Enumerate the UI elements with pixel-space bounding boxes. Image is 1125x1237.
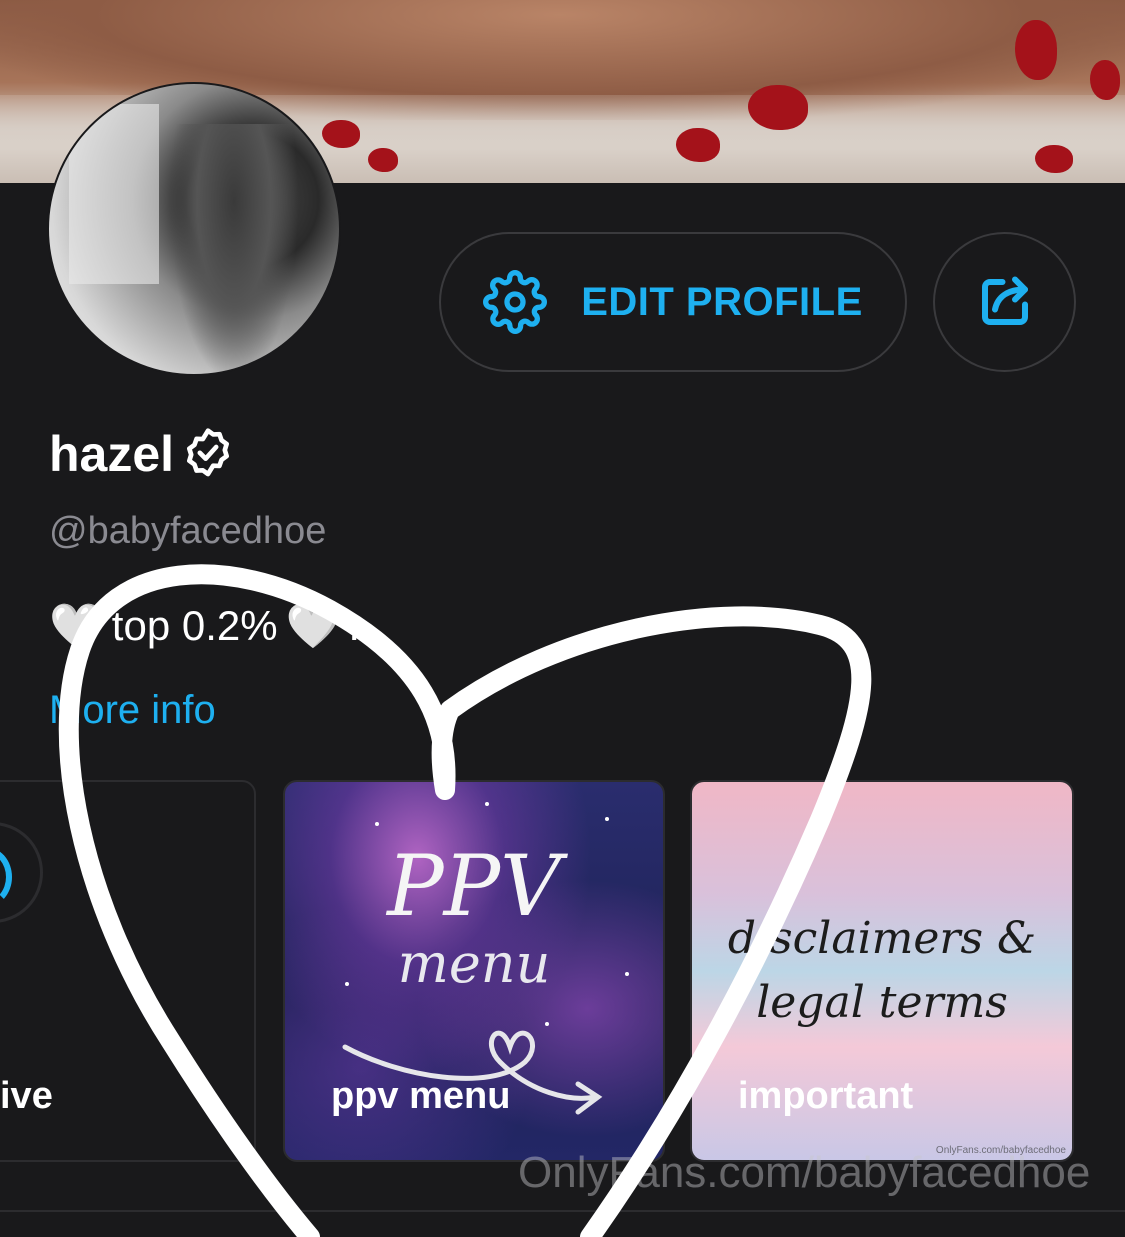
important-cover-text: disclaimers & legal terms bbox=[692, 907, 1072, 1035]
star-sparkle bbox=[375, 822, 379, 826]
more-info-link[interactable]: More info bbox=[49, 688, 216, 733]
verified-badge-icon bbox=[187, 428, 230, 477]
rose-petal bbox=[676, 128, 720, 162]
bio-trail: .. bbox=[348, 602, 372, 649]
highlight-label: ive bbox=[0, 1075, 53, 1117]
watermark: OnlyFans.com/babyfacedhoe bbox=[518, 1148, 1091, 1197]
rose-petal bbox=[1090, 60, 1120, 100]
white-heart-icon: 🤍 bbox=[285, 602, 341, 651]
share-icon bbox=[981, 276, 1028, 325]
share-button[interactable] bbox=[933, 232, 1076, 372]
highlight-card-ppv-menu[interactable]: PPV menu ppv menu bbox=[283, 780, 665, 1162]
rose-petal bbox=[1035, 145, 1073, 173]
rose-petal bbox=[322, 120, 360, 148]
star-sparkle bbox=[485, 802, 489, 806]
edit-profile-button[interactable]: EDIT PROFILE bbox=[439, 232, 907, 372]
profile-handle: @babyfacedhoe bbox=[49, 510, 327, 552]
profile-name: hazel bbox=[49, 426, 175, 482]
avatar[interactable] bbox=[47, 82, 341, 376]
live-ring-icon bbox=[0, 822, 43, 923]
profile-name-row: hazel bbox=[49, 425, 236, 483]
ppv-cover-title: PPV bbox=[387, 837, 561, 935]
rose-petal bbox=[1015, 20, 1057, 80]
divider bbox=[0, 1210, 1125, 1212]
rose-petal bbox=[368, 148, 398, 172]
profile-bio: 🤍 top 0.2% 🤍 .. bbox=[49, 600, 372, 652]
highlight-label: important bbox=[738, 1075, 914, 1117]
important-cover-line2: legal terms bbox=[756, 977, 1008, 1028]
gear-icon bbox=[483, 270, 548, 334]
avatar-window bbox=[69, 104, 159, 284]
rose-petal bbox=[748, 85, 808, 130]
star-sparkle bbox=[605, 817, 609, 821]
important-cover-line1: disclaimers & bbox=[727, 913, 1037, 964]
avatar-figure bbox=[169, 124, 299, 374]
highlight-label: ppv menu bbox=[331, 1075, 511, 1117]
bio-text: top 0.2% bbox=[111, 602, 278, 649]
white-heart-icon: 🤍 bbox=[49, 602, 104, 651]
highlight-card-important[interactable]: disclaimers & legal terms OnlyFans.com/b… bbox=[690, 780, 1074, 1162]
ppv-cover-subtitle: menu bbox=[397, 932, 551, 995]
highlight-card-live[interactable]: ive bbox=[0, 780, 256, 1162]
edit-profile-label: EDIT PROFILE bbox=[581, 279, 863, 324]
